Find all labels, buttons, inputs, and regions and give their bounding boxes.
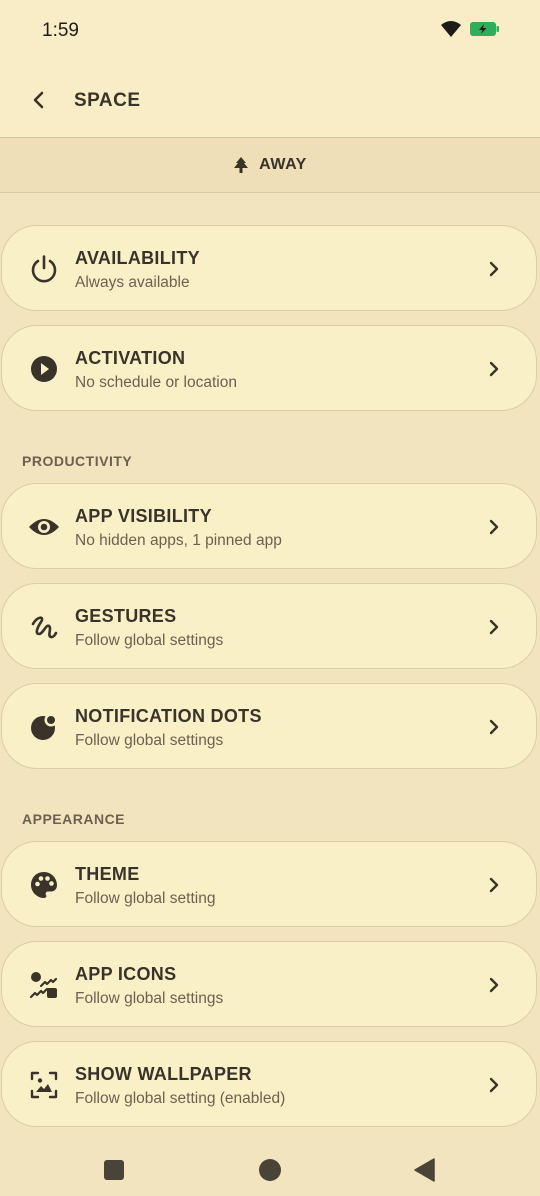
palette-icon [28, 869, 60, 901]
card-subtitle: Follow global setting [75, 890, 216, 907]
card-subtitle: Always available [75, 274, 190, 291]
card-title: APP ICONS [75, 964, 177, 984]
gestures-card[interactable]: GESTURES Follow global settings [1, 583, 537, 669]
back-button[interactable] [22, 84, 54, 116]
status-time: 1:59 [42, 20, 79, 41]
show-wallpaper-card[interactable]: SHOW WALLPAPER Follow global setting (en… [1, 1041, 537, 1127]
chevron-right-icon [484, 975, 504, 995]
theme-card[interactable]: THEME Follow global setting [1, 841, 537, 927]
wallpaper-icon [28, 1069, 60, 1101]
card-title: NOTIFICATION DOTS [75, 706, 262, 726]
chevron-right-icon [484, 717, 504, 737]
app-visibility-card[interactable]: APP VISIBILITY No hidden apps, 1 pinned … [1, 483, 537, 569]
status-icons [440, 20, 500, 38]
card-subtitle: No schedule or location [75, 374, 237, 391]
chevron-right-icon [484, 517, 504, 537]
eye-icon [28, 511, 60, 543]
play-circle-icon [28, 353, 60, 385]
chevron-right-icon [484, 1075, 504, 1095]
chevron-right-icon [484, 875, 504, 895]
card-subtitle: No hidden apps, 1 pinned app [75, 532, 282, 549]
power-icon [28, 253, 60, 285]
card-title: AVAILABILITY [75, 248, 200, 268]
status-bar: 1:59 [0, 0, 540, 64]
section-header-appearance: APPEARANCE [22, 811, 126, 827]
recents-button[interactable] [98, 1154, 130, 1186]
notification-dots-card[interactable]: NOTIFICATION DOTS Follow global settings [1, 683, 537, 769]
recents-icon [104, 1160, 124, 1180]
chevron-left-icon [33, 91, 44, 109]
wifi-icon [441, 21, 461, 37]
page-title: SPACE [74, 90, 141, 111]
space-mode-bar[interactable]: AWAY [0, 138, 540, 193]
battery-charging-icon [470, 22, 499, 36]
system-nav-bar [0, 1140, 540, 1196]
card-subtitle: Follow global settings [75, 990, 224, 1007]
app-icons-card[interactable]: APP ICONS Follow global settings [1, 941, 537, 1027]
app-icons-icon [28, 969, 60, 1001]
card-subtitle: Follow global settings [75, 632, 224, 649]
card-title: THEME [75, 864, 140, 884]
card-title: SHOW WALLPAPER [75, 1064, 252, 1084]
activation-card[interactable]: ACTIVATION No schedule or location [1, 325, 537, 411]
section-header-productivity: PRODUCTIVITY [22, 453, 133, 469]
home-icon [259, 1159, 281, 1181]
home-button[interactable] [254, 1154, 286, 1186]
availability-card[interactable]: AVAILABILITY Always available [1, 225, 537, 311]
back-nav-button[interactable] [408, 1154, 440, 1186]
card-subtitle: Follow global setting (enabled) [75, 1090, 286, 1107]
gesture-icon [28, 611, 60, 643]
top-app-bar: SPACE [0, 64, 540, 138]
card-title: APP VISIBILITY [75, 506, 212, 526]
space-mode-label: AWAY [259, 156, 307, 173]
chevron-right-icon [484, 259, 504, 279]
card-subtitle: Follow global settings [75, 732, 224, 749]
chevron-right-icon [484, 359, 504, 379]
card-title: ACTIVATION [75, 348, 186, 368]
tree-icon [234, 157, 249, 173]
notification-dot-icon [28, 711, 60, 743]
chevron-right-icon [484, 617, 504, 637]
back-triangle-icon [414, 1158, 435, 1182]
card-title: GESTURES [75, 606, 177, 626]
